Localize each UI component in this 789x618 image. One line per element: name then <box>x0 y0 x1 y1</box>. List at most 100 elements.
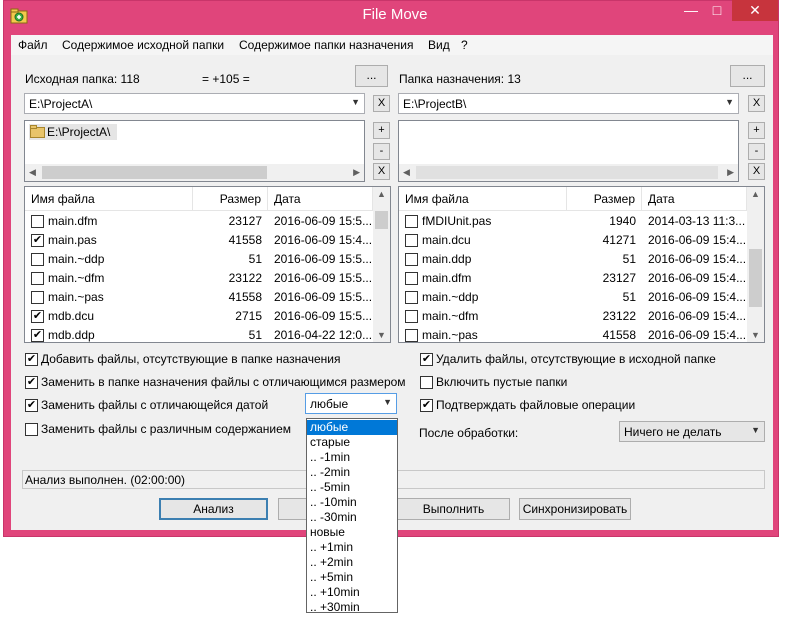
dest-folder-tree[interactable]: ◀ ▶ <box>398 120 739 182</box>
dropdown-option[interactable]: .. -10min <box>307 495 397 510</box>
table-row[interactable]: main.~ddp 51 2016-06-09 15:4... <box>399 288 747 307</box>
checkbox[interactable]: ✔ <box>25 399 38 412</box>
row-checkbox[interactable] <box>405 215 418 228</box>
source-collapse-button[interactable]: - <box>373 143 390 160</box>
table-row[interactable]: main.~pas 41558 2016-06-09 15:4... <box>399 326 747 342</box>
source-tree-hscrollbar[interactable]: ◀ ▶ <box>25 164 364 181</box>
checkbox[interactable]: ✔ <box>420 399 433 412</box>
dropdown-option[interactable]: .. -30min <box>307 510 397 525</box>
execute-button[interactable]: Выполнить <box>397 498 510 520</box>
maximize-button[interactable]: □ <box>704 0 730 21</box>
row-checkbox[interactable] <box>405 329 418 342</box>
row-checkbox[interactable] <box>405 253 418 266</box>
checkbox[interactable]: ✔ <box>25 353 38 366</box>
scroll-down-icon[interactable]: ▼ <box>377 330 386 340</box>
source-file-list[interactable]: Имя файла Размер Дата main.dfm 23127 2016-… <box>24 186 391 343</box>
table-row[interactable]: ✔ mdb.ddp 51 2016-04-22 12:0... <box>25 326 373 342</box>
column-header-size[interactable]: Размер <box>567 187 642 211</box>
table-row[interactable]: ✔ main.pas 41558 2016-06-09 15:4... <box>25 231 373 250</box>
minimize-button[interactable]: — <box>678 0 704 21</box>
tree-item-source-root[interactable]: E:\ProjectA\ <box>29 124 117 140</box>
after-processing-combo[interactable]: Ничего не делать ▼ <box>619 421 765 442</box>
table-row[interactable]: main.~dfm 23122 2016-06-09 15:5... <box>25 269 373 288</box>
source-path-combo[interactable]: E:\ProjectA\ ▼ <box>24 93 365 114</box>
column-header-name[interactable]: Имя файла <box>399 187 567 211</box>
dropdown-option[interactable]: .. -2min <box>307 465 397 480</box>
row-checkbox[interactable] <box>405 310 418 323</box>
dropdown-option[interactable]: .. +30min <box>307 600 397 615</box>
scroll-up-icon[interactable]: ▲ <box>751 189 760 199</box>
dropdown-option[interactable]: любые <box>307 420 397 435</box>
row-checkbox[interactable] <box>31 291 44 304</box>
source-browse-button[interactable]: ... <box>355 65 388 87</box>
column-header-date[interactable]: Дата <box>642 187 747 211</box>
table-row[interactable]: main.~dfm 23122 2016-06-09 15:4... <box>399 307 747 326</box>
scroll-up-icon[interactable]: ▲ <box>377 189 386 199</box>
table-row[interactable]: main.ddp 51 2016-06-09 15:4... <box>399 250 747 269</box>
date-filter-dropdown[interactable]: любые старые.. -1min.. -2min.. -5min.. -1… <box>306 418 398 615</box>
date-filter-combo[interactable]: любые ▼ <box>305 393 397 414</box>
table-row[interactable]: ✔ mdb.dcu 2715 2016-06-09 15:5... <box>25 307 373 326</box>
dest-file-list[interactable]: Имя файла Размер Дата fMDIUnit.pas 1940 20… <box>398 186 765 343</box>
dest-clear-button[interactable]: X <box>748 95 765 112</box>
dest-collapse-button[interactable]: - <box>748 143 765 160</box>
table-row[interactable]: main.dcu 41271 2016-06-09 15:4... <box>399 231 747 250</box>
table-row[interactable]: main.dfm 23127 2016-06-09 15:4... <box>399 269 747 288</box>
dest-add-button[interactable]: + <box>748 122 765 139</box>
row-checkbox[interactable]: ✔ <box>31 310 44 323</box>
scroll-thumb[interactable] <box>375 211 388 229</box>
source-add-button[interactable]: + <box>373 122 390 139</box>
table-row[interactable]: fMDIUnit.pas 1940 2014-03-13 11:3... <box>399 212 747 231</box>
dropdown-option[interactable]: старые <box>307 435 397 450</box>
row-checkbox[interactable] <box>405 234 418 247</box>
source-folder-tree[interactable]: E:\ProjectA\ ◀ ▶ <box>24 120 365 182</box>
scroll-thumb[interactable] <box>749 249 762 307</box>
row-checkbox[interactable]: ✔ <box>31 234 44 247</box>
checkbox[interactable]: ✔ <box>420 353 433 366</box>
row-checkbox[interactable] <box>405 291 418 304</box>
table-row[interactable]: main.~pas 41558 2016-06-09 15:5... <box>25 288 373 307</box>
menu-dest-contents[interactable]: Содержимое папки назначения <box>239 38 414 52</box>
checkbox[interactable]: ✔ <box>25 376 38 389</box>
scroll-right-icon[interactable]: ▶ <box>353 167 360 178</box>
dest-tree-hscrollbar[interactable]: ◀ ▶ <box>399 164 738 181</box>
scroll-down-icon[interactable]: ▼ <box>751 330 760 340</box>
dropdown-option[interactable]: .. -5min <box>307 480 397 495</box>
dest-browse-button[interactable]: ... <box>730 65 765 87</box>
analyze-button[interactable]: Анализ <box>159 498 268 520</box>
row-checkbox[interactable] <box>31 253 44 266</box>
scroll-thumb[interactable] <box>42 166 267 179</box>
menu-view[interactable]: Вид <box>428 38 450 52</box>
row-checkbox[interactable] <box>405 272 418 285</box>
checkbox[interactable] <box>25 423 38 436</box>
close-button[interactable]: ✕ <box>732 0 778 21</box>
column-header-date[interactable]: Дата <box>268 187 373 211</box>
checkbox[interactable] <box>420 376 433 389</box>
menu-source-contents[interactable]: Содержимое исходной папки <box>62 38 224 52</box>
dropdown-option[interactable]: .. +10min <box>307 585 397 600</box>
scroll-left-icon[interactable]: ◀ <box>29 167 36 178</box>
dest-path-combo[interactable]: E:\ProjectB\ ▼ <box>398 93 739 114</box>
source-list-vscrollbar[interactable]: ▲ ▼ <box>373 187 390 342</box>
dest-remove-button[interactable]: X <box>748 163 765 180</box>
row-checkbox[interactable]: ✔ <box>31 329 44 342</box>
menu-help[interactable]: ? <box>461 38 468 52</box>
source-clear-button[interactable]: X <box>373 95 390 112</box>
dropdown-option[interactable]: .. +1min <box>307 540 397 555</box>
row-checkbox[interactable] <box>31 215 44 228</box>
table-row[interactable]: main.~ddp 51 2016-06-09 15:5... <box>25 250 373 269</box>
dest-list-vscrollbar[interactable]: ▲ ▼ <box>747 187 764 342</box>
scroll-left-icon[interactable]: ◀ <box>403 167 410 178</box>
dropdown-option[interactable]: .. +5min <box>307 570 397 585</box>
scroll-right-icon[interactable]: ▶ <box>727 167 734 178</box>
dropdown-option[interactable]: .. -1min <box>307 450 397 465</box>
dropdown-option[interactable]: новые <box>307 525 397 540</box>
menu-file[interactable]: Файл <box>18 38 48 52</box>
column-header-size[interactable]: Размер <box>193 187 268 211</box>
table-row[interactable]: main.dfm 23127 2016-06-09 15:5... <box>25 212 373 231</box>
sync-button[interactable]: Синхронизировать <box>519 498 631 520</box>
scroll-thumb[interactable] <box>416 166 718 179</box>
source-remove-button[interactable]: X <box>373 163 390 180</box>
column-header-name[interactable]: Имя файла <box>25 187 193 211</box>
dropdown-option[interactable]: .. +2min <box>307 555 397 570</box>
